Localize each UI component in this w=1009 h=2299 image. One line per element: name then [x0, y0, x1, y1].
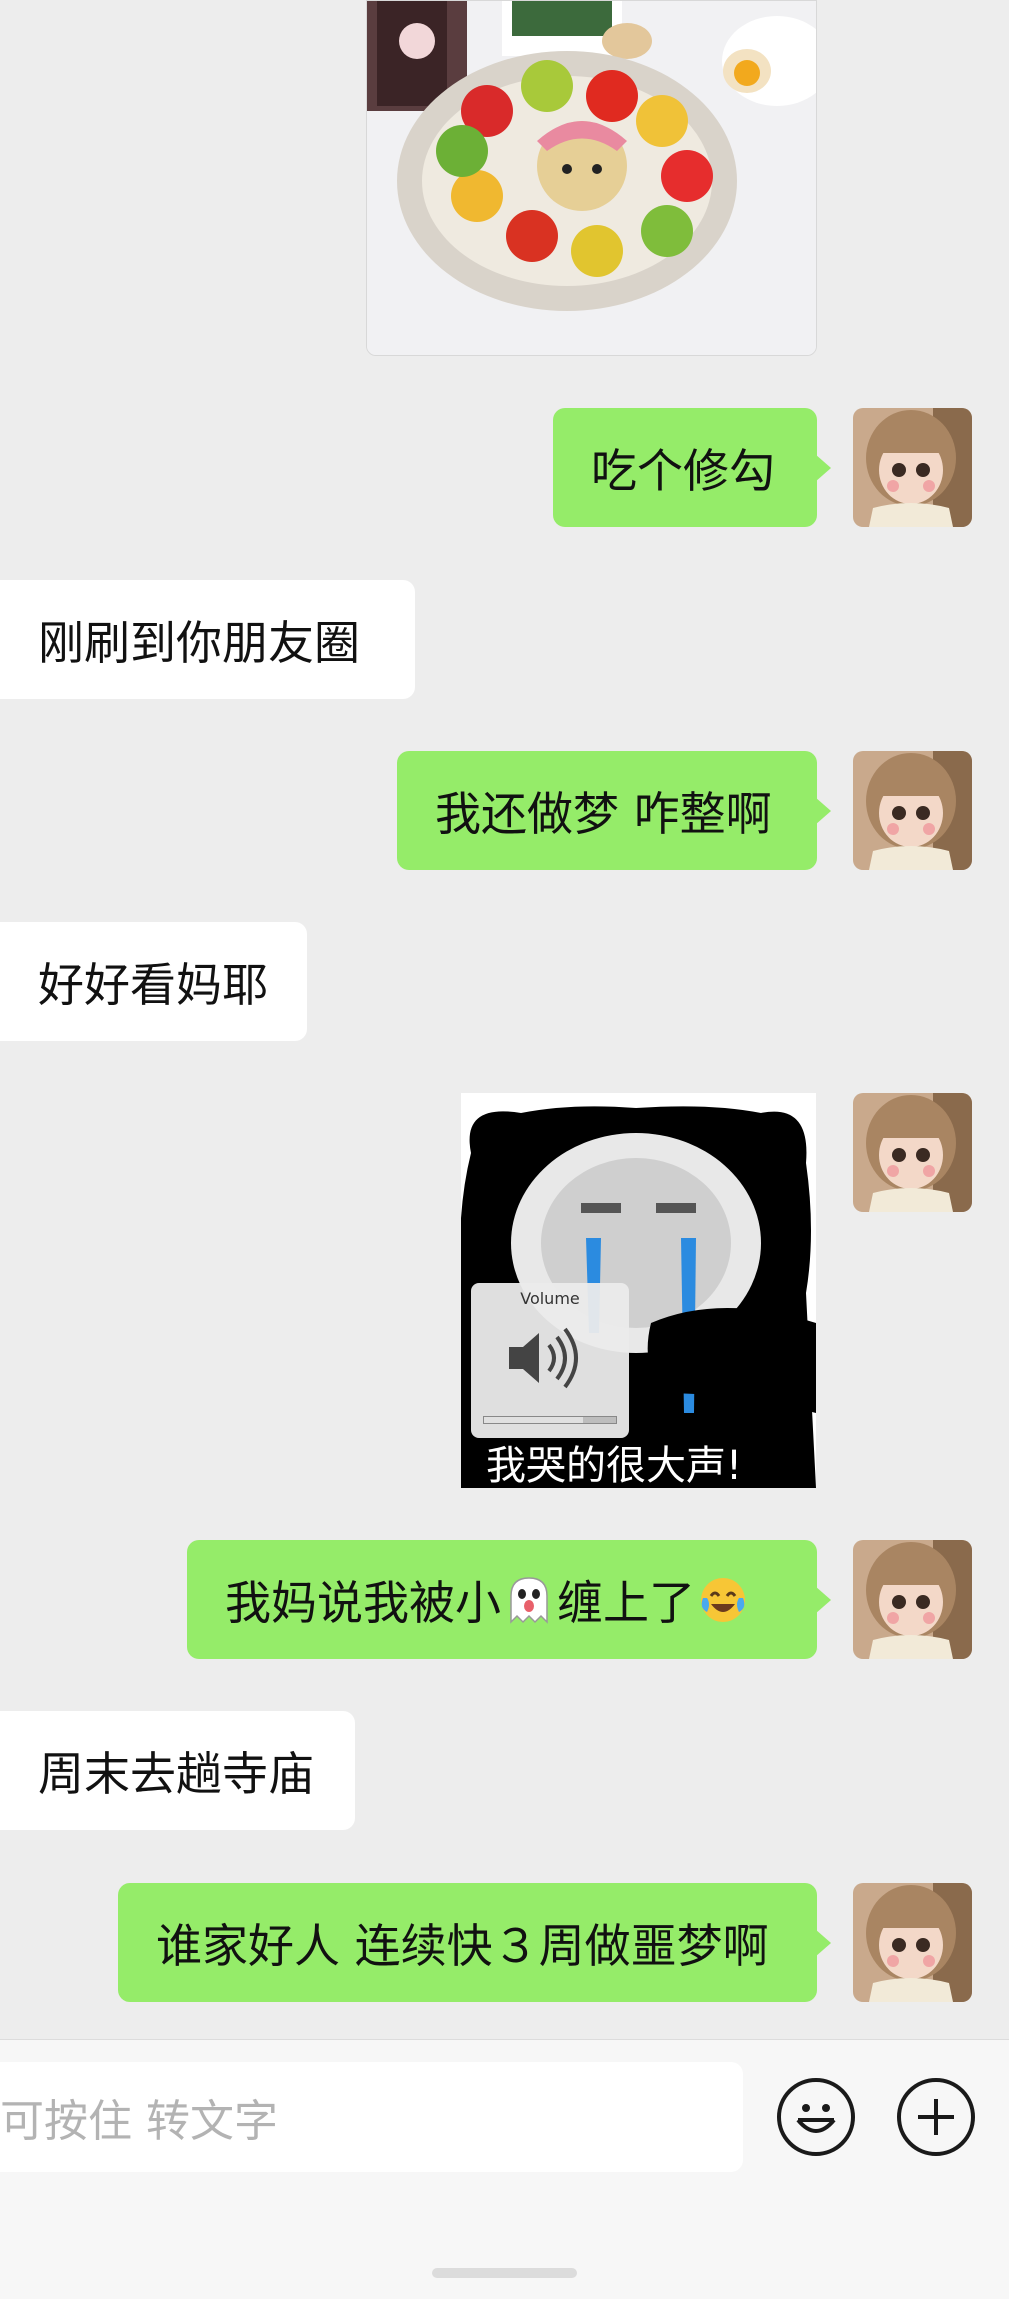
- sticker-message[interactable]: Volume 我哭的很大声!: [461, 1093, 816, 1488]
- bubble-tail: [815, 797, 831, 825]
- emoji-button[interactable]: [777, 2078, 855, 2156]
- message-text: 我还做梦 咋整啊: [435, 786, 772, 841]
- avatar[interactable]: [853, 408, 972, 527]
- food-photo-message[interactable]: [366, 0, 817, 356]
- message-bubble-incoming[interactable]: 周末去趟寺庙: [0, 1711, 355, 1830]
- plus-icon: [918, 2099, 954, 2135]
- volume-bar: [483, 1416, 617, 1424]
- message-text: 周末去趟寺庙: [38, 1746, 314, 1801]
- message-bubble-outgoing[interactable]: 我妈说我被小 缠上了: [187, 1540, 831, 1659]
- message-bubble-incoming[interactable]: 刚刷到你朋友圈: [0, 580, 415, 699]
- bubble-tail: [815, 1929, 831, 1957]
- food-plate-image: [367, 1, 816, 355]
- input-placeholder: 可按住 转文字: [0, 2096, 278, 2147]
- avatar[interactable]: [853, 1540, 972, 1659]
- speaker-icon: [509, 1327, 578, 1389]
- volume-label: Volume: [520, 1289, 580, 1308]
- sticker-caption: 我哭的很大声!: [486, 1443, 743, 1488]
- message-bubble-incoming[interactable]: 好好看妈耶: [0, 922, 307, 1041]
- doll-avatar-image: [853, 1093, 972, 1212]
- volume-overlay: Volume: [471, 1283, 629, 1438]
- ghost-emoji-icon: [510, 1576, 548, 1624]
- message-text: 谁家好人 连续快３周做噩梦啊: [156, 1918, 769, 1973]
- avatar[interactable]: [853, 1093, 972, 1212]
- crying-laughing-emoji-icon: [701, 1577, 745, 1622]
- message-text: 缠上了: [557, 1575, 695, 1630]
- more-button[interactable]: [897, 2078, 975, 2156]
- doll-avatar-image: [853, 751, 972, 870]
- doll-avatar-image: [853, 408, 972, 527]
- message-text: 刚刷到你朋友圈: [38, 615, 360, 670]
- message-text: 吃个修勾: [591, 443, 775, 498]
- home-indicator: [432, 2268, 577, 2278]
- message-text: 我妈说我被小: [225, 1575, 501, 1630]
- avatar[interactable]: [853, 751, 972, 870]
- doll-avatar-image: [853, 1540, 972, 1659]
- bubble-tail: [815, 454, 831, 482]
- bubble-tail: [815, 1586, 831, 1614]
- message-text: 好好看妈耶: [38, 957, 268, 1012]
- message-bubble-outgoing[interactable]: 吃个修勾: [553, 408, 831, 527]
- message-bubble-outgoing[interactable]: 我还做梦 咋整啊: [397, 751, 831, 870]
- input-bar: 可按住 转文字: [0, 2039, 1009, 2299]
- doll-avatar-image: [853, 1883, 972, 2002]
- avatar[interactable]: [853, 1883, 972, 2002]
- message-bubble-outgoing[interactable]: 谁家好人 连续快３周做噩梦啊: [118, 1883, 831, 2002]
- hold-to-talk-input[interactable]: 可按住 转文字: [0, 2062, 743, 2172]
- smiley-icon: [796, 2104, 836, 2133]
